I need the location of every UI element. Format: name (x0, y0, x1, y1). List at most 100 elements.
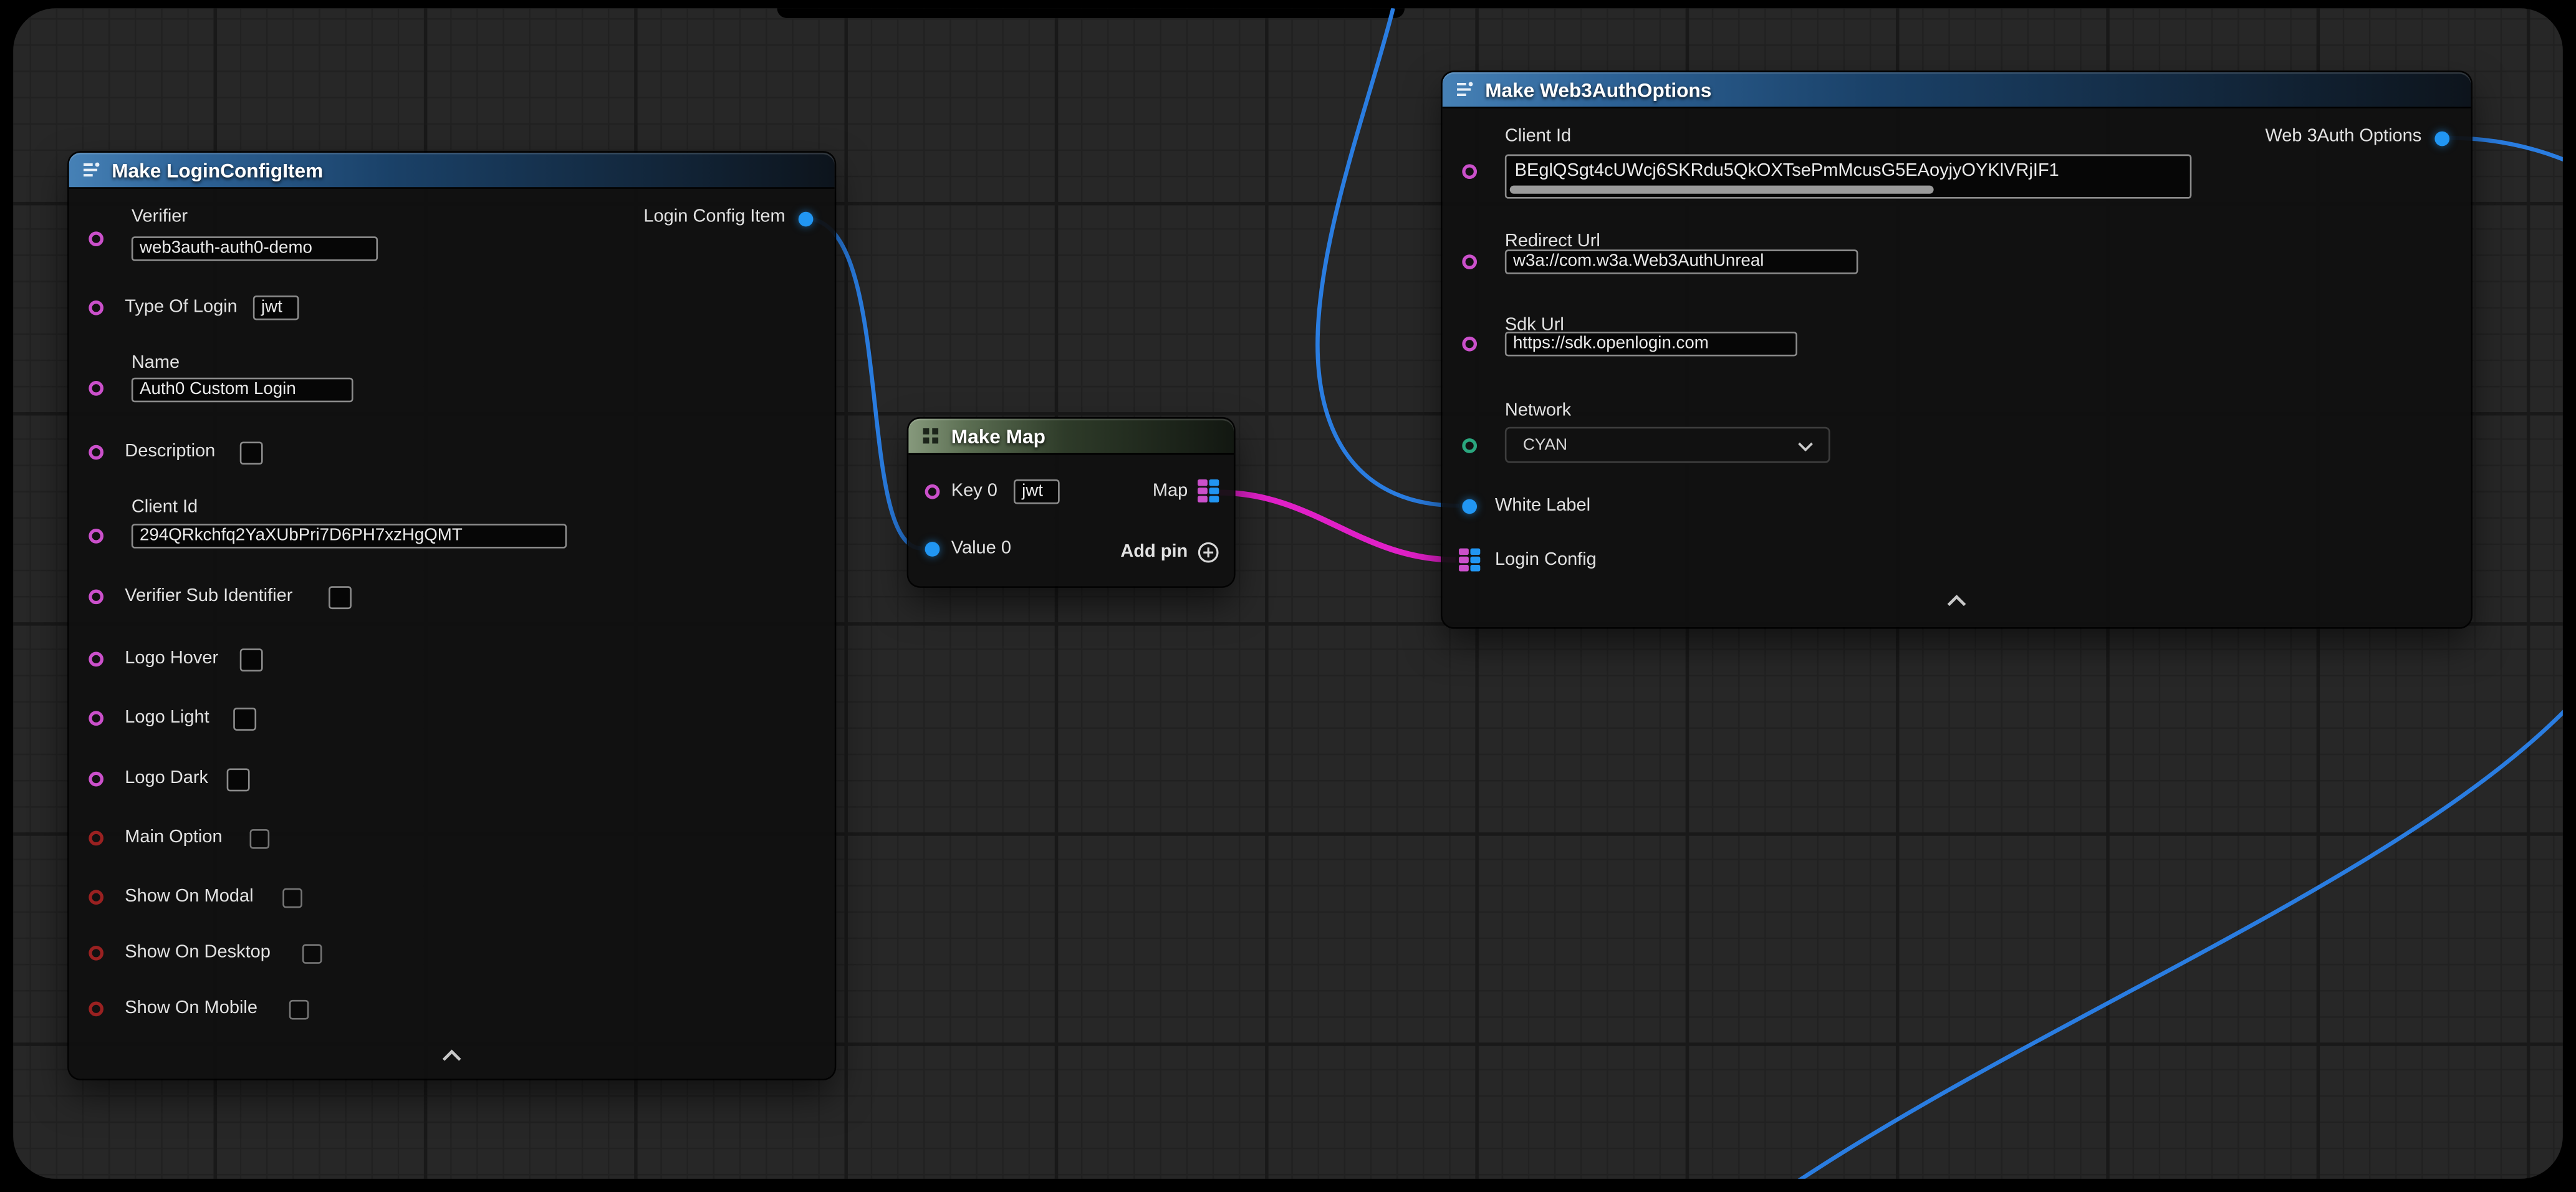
show-on-modal-pin[interactable] (89, 890, 103, 905)
type-of-login-input[interactable]: jwt (253, 296, 299, 320)
description-pin[interactable] (89, 445, 103, 460)
sdk-url-input[interactable]: https://sdk.openlogin.com (1505, 332, 1797, 357)
show-on-desktop-pin[interactable] (89, 946, 103, 961)
map-output-pin[interactable] (1198, 479, 1219, 502)
node-header[interactable]: Make LoginConfigItem (69, 153, 835, 189)
map-pin-cell (1471, 557, 1480, 563)
collapse-chevron-icon[interactable] (1946, 594, 1967, 607)
node-make-map[interactable]: Make Map Key 0 jwt Map Value 0 Add pin (908, 419, 1234, 587)
redirect-url-pin[interactable] (1462, 254, 1477, 269)
key-0-input[interactable]: jwt (1014, 479, 1060, 504)
pin-label: Name (132, 353, 180, 374)
pin-label: Network (1505, 401, 1571, 422)
map-pin-cell (1209, 488, 1219, 494)
pin-label: Verifier Sub Identifier (125, 586, 292, 607)
verifier-sub-identifier-input[interactable] (329, 586, 352, 609)
input-scrollbar[interactable] (1510, 186, 1934, 194)
pin-label: Logo Dark (125, 769, 208, 790)
logo-hover-pin[interactable] (89, 652, 103, 667)
map-pin-cell (1459, 557, 1468, 563)
verifier-sub-identifier-pin[interactable] (89, 589, 103, 604)
pin-label: Value 0 (951, 539, 1011, 560)
logo-hover-input[interactable] (240, 648, 263, 671)
show-on-mobile-pin[interactable] (89, 1001, 103, 1016)
pin-label: White Label (1495, 496, 1590, 517)
pin-label: Show On Modal (125, 887, 253, 908)
show-on-mobile-checkbox[interactable] (289, 1000, 309, 1020)
main-option-pin[interactable] (89, 831, 103, 846)
show-on-modal-checkbox[interactable] (282, 888, 302, 908)
map-pin-cell (1471, 549, 1480, 555)
network-dropdown[interactable]: CYAN (1505, 427, 1830, 463)
map-pin-cell (1459, 565, 1468, 572)
chevron-down-icon (1797, 441, 1814, 451)
logo-dark-pin[interactable] (89, 772, 103, 787)
pin-label: Description (125, 441, 215, 463)
make-struct-icon (80, 159, 102, 180)
map-pin-cell (1198, 496, 1207, 502)
name-input[interactable]: Auth0 Custom Login (132, 378, 353, 403)
map-pin-cell (1471, 565, 1480, 572)
output-label: Web 3Auth Options (2265, 127, 2421, 148)
verifier-input[interactable]: web3auth-auth0-demo (132, 236, 378, 261)
wire-map-to-login-config[interactable] (1219, 493, 1455, 560)
make-map-icon (920, 425, 941, 446)
add-pin-label: Add pin (1120, 542, 1188, 563)
sdk-url-pin[interactable] (1462, 337, 1477, 352)
make-struct-icon (1454, 79, 1475, 100)
client-id-input[interactable]: BEglQSgt4cUWcj6SKRdu5QkOXTsePmMcusG5EAoy… (1505, 155, 2192, 199)
blueprint-graph[interactable]: Make LoginConfigItem Login Config Item V… (13, 8, 2563, 1179)
white-label-pin[interactable] (1462, 499, 1477, 514)
logo-light-input[interactable] (233, 708, 256, 731)
map-pin-cell (1459, 549, 1468, 555)
client-id-pin[interactable] (89, 529, 103, 544)
output-label: Map (1153, 481, 1188, 502)
verifier-pin[interactable] (89, 231, 103, 246)
pin-label: Verifier (132, 207, 188, 228)
login-config-pin[interactable] (1459, 549, 1480, 572)
pin-label: Main Option (125, 827, 222, 848)
client-id-value: BEglQSgt4cUWcj6SKRdu5QkOXTsePmMcusG5EAoy… (1515, 161, 2059, 181)
node-title: Make Web3AuthOptions (1485, 78, 1711, 101)
collapse-chevron-icon[interactable] (441, 1049, 463, 1062)
pin-label: Key 0 (951, 481, 997, 502)
node-make-web3auth-options[interactable]: Make Web3AuthOptions Web 3Auth Options C… (1443, 72, 2471, 627)
wire-top-to-white-label[interactable] (1317, 8, 1459, 506)
show-on-desktop-checkbox[interactable] (302, 944, 322, 964)
node-title: Make LoginConfigItem (112, 158, 323, 181)
pin-label: Type Of Login (125, 297, 238, 319)
network-pin[interactable] (1462, 438, 1477, 453)
node-header[interactable]: Make Map (908, 419, 1234, 455)
add-pin-button[interactable] (1198, 542, 1219, 563)
pin-label: Login Config (1495, 550, 1597, 571)
main-option-checkbox[interactable] (250, 829, 270, 849)
key-0-pin[interactable] (925, 484, 940, 499)
client-id-input[interactable]: 294QRkchfq2YaXUbPri7D6PH7xzHgQMT (132, 524, 567, 549)
map-pin-cell (1198, 488, 1207, 494)
node-title: Make Map (951, 425, 1045, 448)
web3auth-options-output-pin[interactable] (2434, 132, 2449, 147)
pin-label: Logo Light (125, 708, 209, 729)
node-make-login-config-item[interactable]: Make LoginConfigItem Login Config Item V… (69, 153, 835, 1079)
description-input[interactable] (240, 441, 263, 464)
node-header[interactable]: Make Web3AuthOptions (1443, 72, 2471, 108)
name-pin[interactable] (89, 381, 103, 396)
type-of-login-pin[interactable] (89, 300, 103, 315)
login-config-item-output-pin[interactable] (799, 212, 814, 227)
redirect-url-input[interactable]: w3a://com.w3a.Web3AuthUnreal (1505, 249, 1858, 274)
logo-dark-input[interactable] (227, 769, 250, 792)
blueprint-editor: Make LoginConfigItem Login Config Item V… (0, 0, 2576, 1192)
pin-label: Show On Mobile (125, 998, 257, 1019)
network-value: CYAN (1523, 436, 1567, 454)
pin-label: Show On Desktop (125, 943, 271, 964)
offscreen-node-edge (777, 8, 1405, 18)
logo-light-pin[interactable] (89, 711, 103, 726)
map-pin-cell (1209, 479, 1219, 486)
pin-label: Client Id (1505, 127, 1571, 148)
map-pin-cell (1209, 496, 1219, 502)
map-pin-cell (1198, 479, 1207, 486)
pin-label: Client Id (132, 497, 198, 519)
value-0-pin[interactable] (925, 542, 940, 557)
output-label: Login Config Item (643, 207, 785, 228)
client-id-pin[interactable] (1462, 164, 1477, 179)
